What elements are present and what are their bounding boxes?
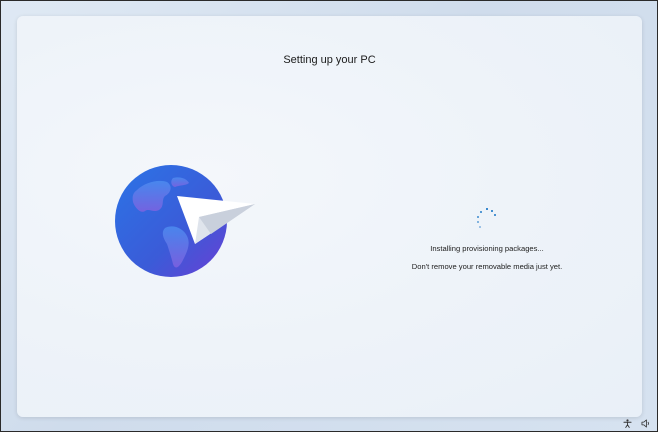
oobe-card: Setting up your PC Installing provisioni… bbox=[17, 16, 642, 417]
globe-paper-plane-icon bbox=[115, 162, 255, 292]
loading-spinner-icon bbox=[476, 208, 498, 230]
system-tray bbox=[623, 419, 651, 428]
status-message: Installing provisioning packages... bbox=[430, 244, 544, 253]
page-title: Setting up your PC bbox=[283, 54, 376, 66]
screen-frame: Setting up your PC Installing provisioni… bbox=[0, 0, 658, 432]
volume-icon[interactable] bbox=[641, 419, 651, 428]
progress-status: Installing provisioning packages... Don'… bbox=[347, 208, 627, 271]
accessibility-icon[interactable] bbox=[623, 419, 632, 428]
status-warning: Don't remove your removable media just y… bbox=[411, 262, 563, 271]
